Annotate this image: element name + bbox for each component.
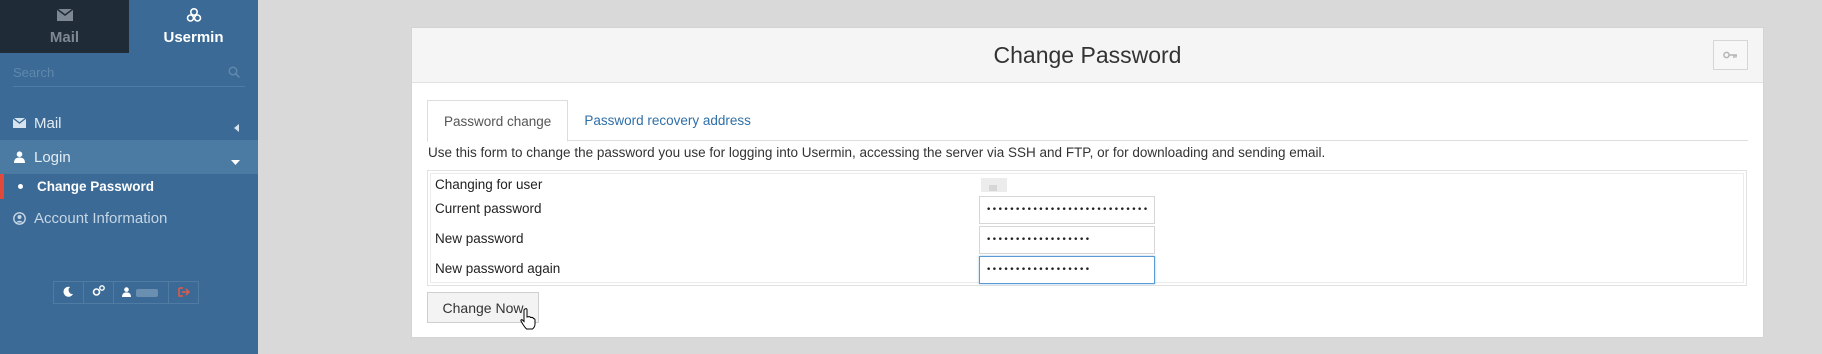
sidebar-item-label: Mail — [34, 114, 62, 132]
moon-icon — [63, 285, 74, 300]
label-current-password: Current password — [435, 201, 542, 216]
sidebar-menu: Mail Login Change Password Account Infor… — [0, 106, 258, 235]
sidebar-item-account-information[interactable]: Account Information — [0, 201, 258, 235]
current-password-input[interactable] — [979, 196, 1155, 224]
key-icon — [1723, 48, 1738, 63]
sidebar-item-label: Change Password — [37, 179, 155, 194]
tab-password-change[interactable]: Password change — [427, 100, 569, 142]
sidebar-toolbar — [53, 281, 199, 304]
user-button[interactable] — [113, 281, 169, 304]
change-password-panel: Change Password Password change Password… — [411, 27, 1764, 338]
password-form: Changing for user Current password New p… — [427, 170, 1747, 286]
user-icon — [12, 151, 27, 163]
tab-mail-label: Mail — [49, 29, 80, 46]
user-circle-icon — [12, 211, 27, 225]
search-icon[interactable] — [228, 66, 241, 81]
page-title: Change Password — [993, 41, 1182, 68]
sidebar: Mail Usermin Mail Login — [0, 0, 258, 354]
panel-header: Change Password — [412, 28, 1763, 83]
sidebar-item-change-password[interactable]: Change Password — [0, 174, 258, 199]
panel-tabs: Password change Password recovery addres… — [427, 100, 1748, 142]
envelope-icon — [12, 118, 27, 128]
sidebar-item-mail[interactable]: Mail — [0, 106, 258, 140]
sidebar-item-login[interactable]: Login — [0, 140, 258, 174]
caret-down-icon — [231, 153, 240, 170]
username-redacted — [136, 288, 158, 297]
search-input[interactable] — [13, 59, 245, 87]
tab-usermin-label: Usermin — [163, 29, 224, 46]
tab-mail[interactable]: Mail — [0, 0, 129, 53]
sidebar-tabs: Mail Usermin — [0, 0, 258, 53]
cogs-icon — [92, 285, 105, 300]
bullet-icon — [18, 184, 23, 189]
key-button[interactable] — [1713, 40, 1748, 70]
intro-text: Use this form to change the password you… — [428, 145, 1326, 160]
sidebar-item-label: Login — [34, 148, 71, 166]
sidebar-item-label: Account Information — [34, 209, 168, 227]
caret-left-icon — [234, 119, 240, 136]
hand-cursor-icon — [520, 308, 536, 333]
new-password-input[interactable] — [979, 226, 1155, 254]
user-icon — [122, 285, 131, 300]
sidebar-search — [0, 53, 258, 93]
envelope-icon — [56, 7, 73, 23]
username-value-redacted — [981, 178, 1007, 192]
sign-out-icon — [177, 285, 190, 300]
label-new-password: New password — [435, 231, 524, 246]
label-changing-for-user: Changing for user — [435, 177, 543, 192]
tab-password-recovery-address[interactable]: Password recovery address — [568, 100, 767, 141]
tab-usermin[interactable]: Usermin — [129, 0, 258, 53]
form-table: Changing for user Current password New p… — [430, 173, 1744, 284]
cogs-icon — [186, 7, 202, 23]
settings-button[interactable] — [83, 281, 114, 304]
label-new-password-again: New password again — [435, 261, 561, 276]
new-password-again-input[interactable] — [979, 256, 1155, 284]
logout-button[interactable] — [168, 281, 199, 304]
night-mode-button[interactable] — [53, 281, 84, 304]
